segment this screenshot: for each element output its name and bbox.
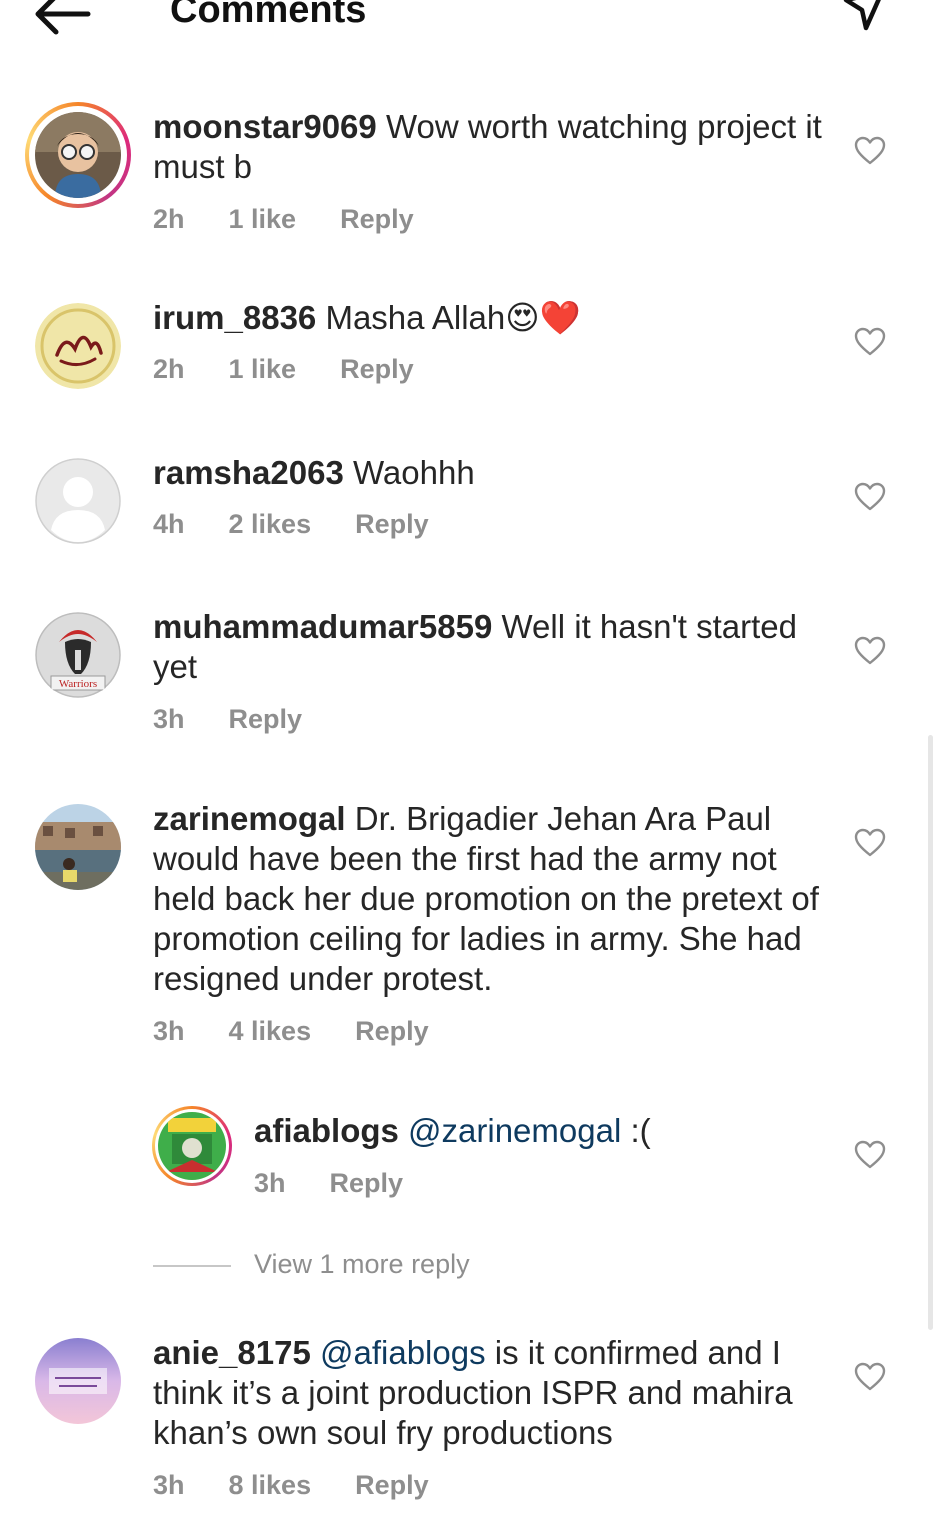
comment-body: anie_8175 @afiablogs is it confirmed and… <box>153 1333 823 1453</box>
comment-username[interactable]: zarinemogal <box>153 800 346 837</box>
comment-body: irum_8836 Masha Allah😍❤️ <box>153 298 823 338</box>
view-more-replies-label[interactable]: View 1 more reply <box>254 1249 470 1280</box>
comment-body: ramsha2063 Waohhh <box>153 453 823 493</box>
back-arrow-icon[interactable] <box>30 0 94 36</box>
heart-icon[interactable] <box>854 636 886 666</box>
comment-time: 4h <box>153 509 185 539</box>
reply-time: 3h <box>254 1168 286 1198</box>
comment-meta: 3h 8 likes Reply <box>153 1470 473 1501</box>
comment-likes[interactable]: 1 like <box>229 354 297 385</box>
comment-meta: 2h 1 like Reply <box>153 204 458 235</box>
reply-body: afiablogs @zarinemogal :( <box>254 1111 814 1151</box>
comment-likes[interactable]: 4 likes <box>229 1016 312 1047</box>
comment-time: 2h <box>153 354 185 384</box>
comment-likes[interactable]: 1 like <box>229 204 297 235</box>
comment-meta: 4h 2 likes Reply <box>153 509 473 540</box>
reply-meta: 3h Reply <box>254 1168 447 1199</box>
comment-body: moonstar9069 Wow worth watching project … <box>153 107 823 187</box>
heart-icon[interactable] <box>854 482 886 512</box>
avatar[interactable] <box>35 458 121 544</box>
comment-meta: 3h 4 likes Reply <box>153 1016 473 1047</box>
avatar[interactable] <box>158 1112 226 1180</box>
comment-meta: 2h 1 like Reply <box>153 354 458 385</box>
heart-icon[interactable] <box>854 327 886 357</box>
reply-text: :( <box>621 1112 651 1149</box>
reply-button[interactable]: Reply <box>355 1470 429 1501</box>
scrollbar[interactable] <box>928 735 933 1330</box>
comment-username[interactable]: moonstar9069 <box>153 108 377 145</box>
avatar[interactable] <box>35 303 121 389</box>
comment-likes[interactable]: 2 likes <box>229 509 312 540</box>
heart-icon[interactable] <box>854 1362 886 1392</box>
avatar[interactable]: Warriors <box>35 612 121 698</box>
comment-body: zarinemogal Dr. Brigadier Jehan Ara Paul… <box>153 799 823 999</box>
avatar[interactable] <box>35 112 121 198</box>
reply-button[interactable]: Reply <box>355 1016 429 1047</box>
comment-username[interactable]: anie_8175 <box>153 1334 311 1371</box>
reply-button[interactable]: Reply <box>229 704 303 735</box>
avatar[interactable] <box>35 804 121 890</box>
avatar[interactable] <box>35 1338 121 1424</box>
reply-button[interactable]: Reply <box>355 509 429 540</box>
comment-username[interactable]: muhammadumar5859 <box>153 608 492 645</box>
reply-button[interactable]: Reply <box>340 354 414 385</box>
comment-username[interactable]: irum_8836 <box>153 299 316 336</box>
comment-time: 2h <box>153 204 185 234</box>
mention-link[interactable]: @zarinemogal <box>408 1112 621 1149</box>
comment-likes[interactable]: 8 likes <box>229 1470 312 1501</box>
page-title: Comments <box>170 0 367 31</box>
send-icon[interactable] <box>842 0 886 36</box>
comment-time: 3h <box>153 704 185 734</box>
comment-text: Waohhh <box>353 454 475 491</box>
heart-icon[interactable] <box>854 1140 886 1170</box>
reply-button[interactable]: Reply <box>340 204 414 235</box>
comment-username[interactable]: ramsha2063 <box>153 454 344 491</box>
mention-link[interactable]: @afiablogs <box>320 1334 486 1371</box>
reply-username[interactable]: afiablogs <box>254 1112 399 1149</box>
comment-meta: 3h Reply <box>153 704 346 735</box>
header: Comments <box>0 0 935 40</box>
divider-line <box>153 1265 231 1267</box>
avatar-text: Warriors <box>59 678 97 690</box>
comment-text: Masha Allah😍❤️ <box>325 299 581 336</box>
heart-icon[interactable] <box>854 136 886 166</box>
comment-time: 3h <box>153 1470 185 1500</box>
heart-icon[interactable] <box>854 828 886 858</box>
comment-body: muhammadumar5859 Well it hasn't started … <box>153 607 823 687</box>
comment-time: 3h <box>153 1016 185 1046</box>
reply-button[interactable]: Reply <box>330 1168 404 1199</box>
